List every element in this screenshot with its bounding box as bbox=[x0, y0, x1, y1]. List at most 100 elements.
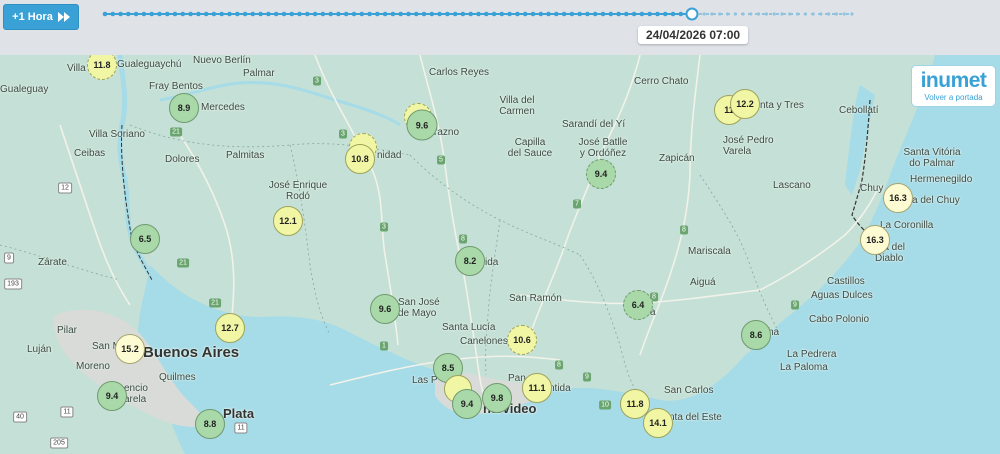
timeline-tick[interactable] bbox=[764, 12, 769, 16]
station-marker[interactable]: 9.8 bbox=[482, 383, 512, 413]
timeline-tick[interactable] bbox=[624, 11, 629, 17]
timeline-tick[interactable] bbox=[592, 11, 598, 17]
timeline-tick[interactable] bbox=[718, 12, 722, 16]
station-marker[interactable]: 11.1 bbox=[522, 373, 552, 403]
timeline-tick[interactable] bbox=[343, 11, 349, 17]
timeline-tick[interactable] bbox=[219, 11, 224, 17]
timeline-tick[interactable] bbox=[639, 11, 645, 17]
timeline-tick[interactable] bbox=[803, 12, 807, 16]
station-marker[interactable]: 10.6 bbox=[507, 325, 537, 355]
timeline-tick[interactable] bbox=[320, 11, 326, 17]
timeline-tick[interactable] bbox=[631, 11, 637, 17]
timeline-tick[interactable] bbox=[733, 12, 737, 16]
timeline-tick[interactable] bbox=[772, 12, 776, 16]
timeline-tick[interactable] bbox=[165, 11, 170, 17]
timeline-tick[interactable] bbox=[382, 11, 388, 17]
station-marker[interactable]: 8.8 bbox=[195, 409, 225, 439]
timeline-tick[interactable] bbox=[741, 12, 745, 16]
timeline-tick[interactable] bbox=[499, 11, 505, 17]
timeline-tick[interactable] bbox=[819, 12, 823, 16]
timeline-tick[interactable] bbox=[585, 11, 590, 17]
timeline-tick[interactable] bbox=[678, 11, 684, 17]
timeline-tick[interactable] bbox=[141, 11, 147, 17]
timeline-tick[interactable] bbox=[515, 11, 520, 17]
timeline-tick[interactable] bbox=[445, 11, 450, 17]
timeline-tick[interactable] bbox=[414, 11, 419, 17]
timeline-tick[interactable] bbox=[133, 11, 139, 17]
station-marker[interactable]: 12.7 bbox=[215, 313, 245, 343]
station-marker[interactable]: 9.4 bbox=[452, 389, 482, 419]
station-marker[interactable]: 10.8 bbox=[345, 144, 375, 174]
timeline-tick[interactable] bbox=[328, 11, 334, 17]
timeline-tick[interactable] bbox=[149, 11, 154, 17]
timeline-tick[interactable] bbox=[157, 11, 162, 17]
timeline-tick[interactable] bbox=[788, 12, 792, 16]
timeline-tick[interactable] bbox=[118, 11, 123, 17]
timeline-tick[interactable] bbox=[266, 11, 271, 17]
timeline-slider[interactable] bbox=[0, 0, 1000, 55]
timeline-tick[interactable] bbox=[398, 11, 404, 17]
timeline-tick[interactable] bbox=[757, 12, 761, 16]
timeline-tick[interactable] bbox=[600, 11, 606, 17]
timeline-tick[interactable] bbox=[569, 11, 575, 17]
timeline-tick[interactable] bbox=[554, 11, 559, 17]
station-marker[interactable]: 8.6 bbox=[741, 320, 771, 350]
timeline-tick[interactable] bbox=[538, 11, 544, 17]
timeline-tick[interactable] bbox=[827, 12, 831, 16]
timeline-tick[interactable] bbox=[211, 11, 217, 17]
timeline-tick[interactable] bbox=[546, 11, 551, 17]
timeline-tick[interactable] bbox=[577, 11, 582, 17]
timeline-tick[interactable] bbox=[188, 11, 193, 17]
timeline-tick[interactable] bbox=[561, 11, 567, 17]
timeline-tick[interactable] bbox=[655, 11, 660, 17]
timeline-tick[interactable] bbox=[616, 11, 621, 17]
timeline-tick[interactable] bbox=[647, 11, 652, 17]
timeline-tick[interactable] bbox=[390, 11, 396, 17]
timeline-tick[interactable] bbox=[468, 11, 474, 17]
timeline-tick[interactable] bbox=[258, 11, 263, 17]
station-marker[interactable]: 14.1 bbox=[643, 408, 673, 438]
timeline-tick[interactable] bbox=[180, 11, 186, 17]
timeline-tick[interactable] bbox=[429, 11, 435, 17]
back-to-home-link[interactable]: Volver a portada bbox=[912, 93, 995, 102]
timeline-tick[interactable] bbox=[336, 11, 341, 17]
timeline-tick[interactable] bbox=[795, 12, 800, 16]
timeline-tick[interactable] bbox=[126, 11, 131, 17]
timeline-tick[interactable] bbox=[242, 11, 248, 17]
timeline-tick[interactable] bbox=[102, 11, 108, 17]
timeline-tick[interactable] bbox=[289, 11, 295, 17]
station-marker[interactable]: 9.6 bbox=[370, 294, 400, 324]
timeline-tick[interactable] bbox=[273, 11, 279, 17]
timeline-tick[interactable] bbox=[530, 11, 536, 17]
station-marker[interactable]: 6.5 bbox=[130, 224, 160, 254]
timeline-tick[interactable] bbox=[172, 11, 178, 17]
timeline-tick[interactable] bbox=[780, 12, 784, 16]
timeline-tick[interactable] bbox=[421, 11, 427, 17]
timeline-tick[interactable] bbox=[491, 11, 497, 17]
timeline-tick[interactable] bbox=[749, 12, 753, 16]
station-marker[interactable]: 9.4 bbox=[97, 381, 127, 411]
timeline-tick[interactable] bbox=[507, 11, 512, 17]
station-marker[interactable]: 16.3 bbox=[883, 183, 913, 213]
timeline-tick[interactable] bbox=[725, 12, 730, 16]
timeline-tick[interactable] bbox=[359, 11, 365, 17]
timeline-tick[interactable] bbox=[297, 11, 302, 17]
timeline-tick[interactable] bbox=[351, 11, 357, 17]
station-marker[interactable]: 12.2 bbox=[730, 89, 760, 119]
timeline-tick[interactable] bbox=[367, 11, 372, 17]
station-marker[interactable]: 9.4 bbox=[586, 159, 616, 189]
weather-map[interactable]: Villa Larr Gualeguaychú Nuevo Berlín Pal… bbox=[0, 55, 1000, 454]
timeline-tick[interactable] bbox=[312, 11, 318, 17]
timeline-tick[interactable] bbox=[850, 12, 854, 16]
timeline-tick[interactable] bbox=[834, 12, 839, 16]
timeline-tick[interactable] bbox=[842, 12, 846, 16]
station-marker[interactable]: 6.4 bbox=[623, 290, 653, 320]
timeline-tick[interactable] bbox=[484, 11, 489, 17]
timeline-tick[interactable] bbox=[250, 11, 256, 17]
timeline-tick[interactable] bbox=[670, 11, 676, 17]
timeline-tick[interactable] bbox=[375, 11, 380, 17]
timeline-tick[interactable] bbox=[608, 11, 614, 17]
timeline-tick[interactable] bbox=[406, 11, 411, 17]
timeline-tick[interactable] bbox=[227, 11, 232, 17]
timeline-handle[interactable] bbox=[685, 7, 699, 21]
